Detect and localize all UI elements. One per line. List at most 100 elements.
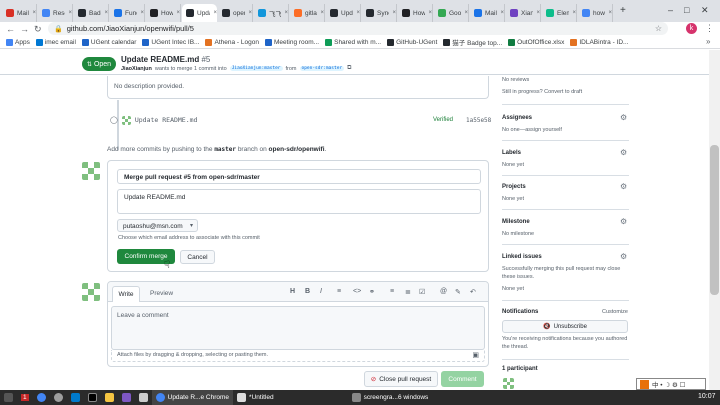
bookmark-item[interactable]: IDLABintra - ID... — [570, 38, 628, 46]
tab-close-icon[interactable]: × — [500, 10, 504, 16]
menu-kebab-icon[interactable]: ⋮ — [705, 23, 714, 34]
tab-close-icon[interactable]: × — [32, 10, 36, 16]
task-list-icon[interactable]: ☑ — [419, 288, 425, 296]
tab-close-icon[interactable]: × — [104, 10, 108, 16]
bold-icon[interactable]: B — [305, 288, 310, 295]
browser-tab[interactable]: how t× — [578, 4, 613, 22]
participant-avatar[interactable] — [503, 378, 514, 389]
base-branch[interactable]: JiaoXianjun:master — [229, 66, 283, 71]
browser-tab[interactable]: How t× — [398, 4, 433, 22]
tab-close-icon[interactable]: × — [428, 10, 432, 16]
ordered-list-icon[interactable]: ≣ — [405, 288, 411, 296]
bookmark-item[interactable]: OutOfOffice.xlsx — [508, 38, 564, 46]
italic-icon[interactable]: I — [320, 288, 322, 295]
tab-close-icon[interactable]: × — [248, 10, 252, 16]
tab-close-icon[interactable]: × — [140, 10, 144, 16]
close-pull-request-button[interactable]: ⊘ Close pull request — [364, 371, 438, 387]
browser-tab[interactable]: Update× — [326, 4, 361, 22]
tab-close-icon[interactable]: × — [320, 10, 324, 16]
more-bookmarks-icon[interactable]: » — [706, 37, 710, 46]
tab-close-icon[interactable]: × — [536, 10, 540, 16]
taskbar-chrome-window[interactable]: Update R...e Chrome — [151, 390, 234, 405]
taskbar-screen-group[interactable]: screengra...6 windows — [348, 390, 433, 405]
editor-launcher-icon[interactable] — [135, 390, 152, 405]
bookmark-item[interactable]: Apps — [6, 38, 30, 46]
workspace-badge[interactable]: 1 — [17, 390, 33, 405]
address-bar[interactable]: 🔒 github.com/JiaoXianjun/openwifi/pull/5… — [48, 22, 668, 35]
reference-icon[interactable]: ✎ — [455, 288, 461, 296]
chrome-launcher-icon[interactable] — [33, 390, 50, 405]
browser-tab[interactable]: Element× — [542, 4, 577, 22]
profile-avatar[interactable]: k — [686, 23, 697, 34]
commit-body-textarea[interactable]: Update README.md — [117, 189, 481, 214]
mention-icon[interactable]: @ — [440, 288, 447, 295]
terminal-launcher-icon[interactable] — [84, 390, 101, 405]
browser-tab[interactable]: Badge× — [74, 4, 109, 22]
comment-button[interactable]: Comment — [441, 371, 484, 387]
tab-close-icon[interactable]: × — [68, 10, 72, 16]
minimize-icon[interactable]: – — [668, 5, 673, 15]
bookmark-item[interactable]: UGent Intec IB... — [142, 38, 199, 46]
browser-tab[interactable]: gitlab× — [290, 4, 325, 22]
unsubscribe-button[interactable]: 🔇 Unsubscribe — [502, 320, 628, 333]
quote-icon[interactable]: ≡ — [337, 288, 341, 295]
forward-icon[interactable]: → — [20, 24, 29, 34]
settings-launcher-icon[interactable] — [50, 390, 67, 405]
browser-tab[interactable]: Funding× — [110, 4, 145, 22]
tab-close-icon[interactable]: × — [572, 10, 576, 16]
attach-files-bar[interactable]: Attach files by dragging & dropping, sel… — [111, 350, 485, 362]
unordered-list-icon[interactable]: ≡ — [390, 288, 394, 295]
link-icon[interactable]: ⚭ — [369, 288, 375, 296]
browser-tab[interactable]: Xiang× — [506, 4, 541, 22]
browser-tab[interactable]: Mail -× — [470, 4, 505, 22]
comment-textarea[interactable]: Leave a comment — [111, 306, 485, 350]
back-icon[interactable]: ← — [6, 24, 15, 34]
clock[interactable]: 10:07 — [698, 393, 716, 400]
browser-tab[interactable]: openw× — [218, 4, 253, 22]
commit-sha[interactable]: 1a55e58 — [466, 117, 491, 124]
copy-icon[interactable]: ⧉ — [347, 65, 351, 72]
gear-icon[interactable]: ⚙ — [620, 252, 627, 261]
gear-icon[interactable]: ⚙ — [620, 148, 627, 157]
bookmark-star-icon[interactable]: ☆ — [655, 24, 662, 33]
tab-close-icon[interactable]: × — [356, 10, 360, 16]
bookmark-item[interactable]: Meeting room... — [264, 38, 319, 46]
code-icon[interactable]: <> — [353, 288, 361, 295]
cancel-button[interactable]: Cancel — [180, 250, 215, 264]
browser-tab[interactable]: Synch× — [362, 4, 397, 22]
tab-close-icon[interactable]: × — [284, 10, 288, 16]
tab-close-icon[interactable]: × — [464, 10, 468, 16]
start-menu-icon[interactable] — [0, 390, 17, 405]
app-launcher-icon[interactable] — [118, 390, 135, 405]
reload-icon[interactable]: ↻ — [34, 24, 42, 35]
browser-tab[interactable]: Google× — [434, 4, 469, 22]
add-commits-repo[interactable]: open-sdr/openwifi — [269, 146, 325, 153]
head-branch[interactable]: open-sdr:master — [299, 66, 345, 71]
new-tab-button[interactable]: + — [620, 5, 626, 16]
taskbar-editor-window[interactable]: *Untitled — [233, 390, 278, 405]
bookmark-item[interactable]: 猫子 Badge top... — [443, 37, 502, 47]
heading-icon[interactable]: H — [290, 288, 295, 295]
bookmark-item[interactable]: imec email — [35, 38, 76, 46]
tab-write[interactable]: Write — [112, 286, 140, 302]
close-window-icon[interactable]: ✕ — [701, 5, 709, 16]
maximize-icon[interactable]: □ — [684, 5, 689, 15]
browser-tab[interactable]: Mail -× — [2, 4, 37, 22]
tab-preview[interactable]: Preview — [150, 290, 173, 297]
email-select[interactable]: putaoshu@msn.com ▾ — [117, 219, 198, 232]
bookmark-item[interactable]: Athena - Logon — [205, 38, 259, 46]
scrollbar-thumb[interactable] — [710, 145, 719, 295]
tab-close-icon[interactable]: × — [392, 10, 396, 16]
tab-close-icon[interactable]: × — [176, 10, 180, 16]
saved-reply-icon[interactable]: ↶ — [470, 288, 476, 296]
assignees-text[interactable]: No one—assign yourself — [502, 127, 562, 133]
bookmark-item[interactable]: GitHub-UGent — [387, 38, 437, 46]
tab-close-icon[interactable]: × — [213, 10, 217, 16]
bookmark-item[interactable]: Shared with m... — [325, 38, 381, 46]
gear-icon[interactable]: ⚙ — [620, 217, 627, 226]
tab-close-icon[interactable]: × — [608, 10, 612, 16]
input-method-tray[interactable]: 中 • ☽ ⚙ ☐ — [636, 378, 706, 390]
gear-icon[interactable]: ⚙ — [620, 182, 627, 191]
vscode-launcher-icon[interactable] — [67, 390, 84, 405]
commit-title-input[interactable]: Merge pull request #5 from open-sdr/mast… — [117, 169, 481, 184]
